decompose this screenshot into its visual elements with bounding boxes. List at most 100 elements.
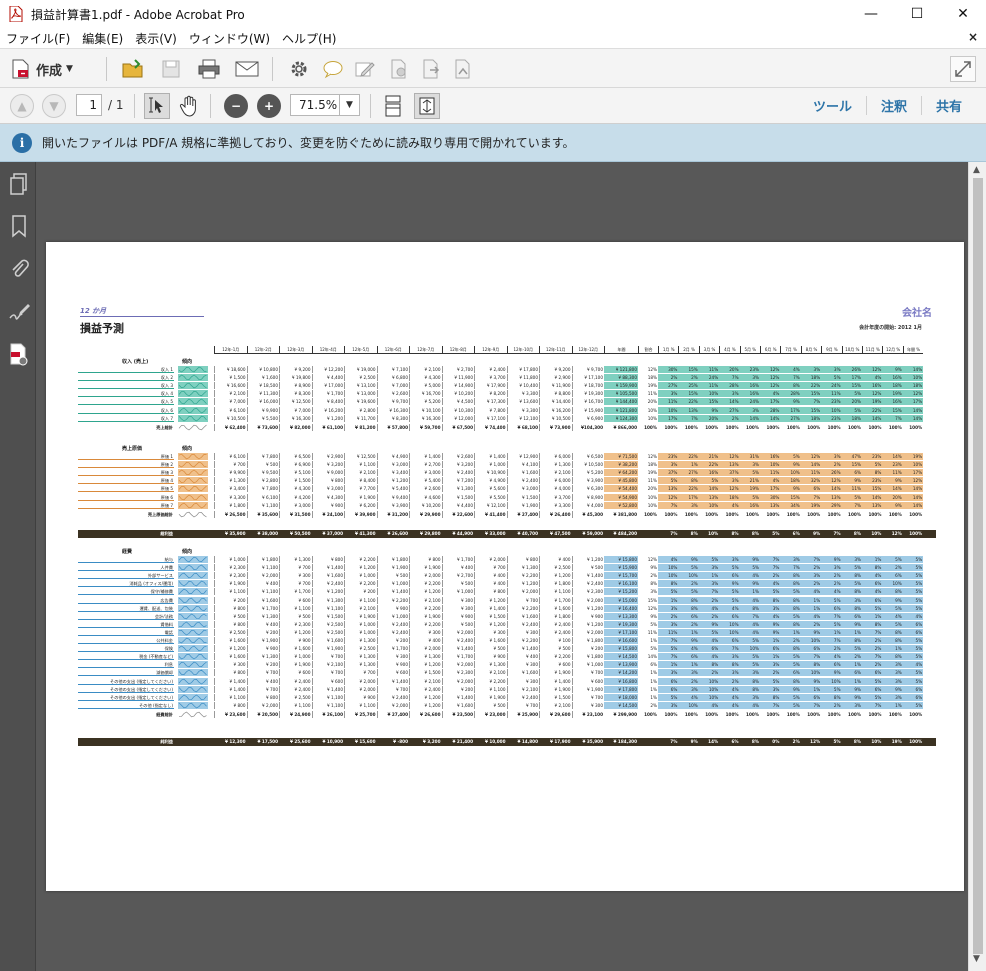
percent-value: 100% bbox=[664, 711, 678, 717]
settings-button[interactable] bbox=[286, 56, 312, 82]
folder-open-icon bbox=[122, 59, 143, 78]
open-button[interactable] bbox=[120, 56, 146, 82]
month-value: ¥ 25,900 bbox=[506, 710, 540, 718]
menu-file[interactable]: ファイル(F) bbox=[0, 30, 76, 47]
percent-value: 3% bbox=[841, 556, 862, 563]
trend-sparkline bbox=[178, 621, 207, 628]
month-value: ¥ 1,300 bbox=[279, 556, 312, 563]
percent-value: 32% bbox=[800, 477, 822, 485]
month-value: ¥ 2,000 bbox=[409, 572, 442, 580]
document-viewport[interactable]: 12 か月 損益予測 会社名 会計年度の開始: 2012 1月 12年-1月 12… bbox=[36, 162, 968, 971]
previous-page-button[interactable]: ▲ bbox=[10, 94, 34, 118]
scroll-mode-button[interactable] bbox=[380, 93, 406, 119]
month-header: 12年-3月 bbox=[279, 346, 312, 354]
scrollbar-thumb[interactable] bbox=[973, 178, 983, 954]
month-value: ¥ 10,200 bbox=[441, 390, 475, 398]
percent-value: 8% bbox=[780, 604, 801, 612]
share-link[interactable]: 共有 bbox=[920, 96, 976, 115]
maximize-button[interactable]: ☐ bbox=[894, 0, 940, 28]
percent-value: 4% bbox=[821, 653, 842, 661]
month-value: ¥ 1,000 bbox=[279, 653, 312, 661]
save-button[interactable] bbox=[158, 56, 184, 82]
percent-value: 10% bbox=[698, 693, 720, 701]
month-value: ¥ 1,700 bbox=[441, 653, 475, 661]
scroll-up-icon[interactable]: ▲ bbox=[973, 165, 980, 175]
email-button[interactable] bbox=[234, 56, 260, 82]
export-button[interactable] bbox=[418, 56, 444, 82]
comment-link[interactable]: 注釈 bbox=[865, 96, 921, 115]
percent-value: 8% bbox=[780, 596, 801, 604]
month-value: ¥ 1,700 bbox=[441, 556, 475, 563]
menu-edit[interactable]: 編集(E) bbox=[76, 30, 129, 47]
month-value: ¥ 1,200 bbox=[214, 645, 247, 653]
month-value: ¥ 1,900 bbox=[539, 685, 572, 693]
next-page-button[interactable]: ▼ bbox=[42, 94, 66, 118]
page-thumbnails-button[interactable] bbox=[8, 172, 30, 196]
vertical-scrollbar[interactable]: ▲ ▼ bbox=[968, 162, 986, 971]
zoom-out-button[interactable]: − bbox=[224, 94, 248, 118]
send-button[interactable] bbox=[450, 56, 476, 82]
percent-value: 1% bbox=[678, 661, 699, 669]
percent-value: 5% bbox=[658, 645, 679, 653]
table-row: 収入 3 ¥ 16,600 ¥ 18,500 ¥ 8,900 ¥ 17,000 ¥ 13,… bbox=[78, 382, 936, 390]
zoom-in-button[interactable]: + bbox=[257, 94, 281, 118]
create-button[interactable]: 作成 ▼ bbox=[10, 57, 73, 81]
month-value: ¥ 11,900 bbox=[539, 382, 572, 390]
scroll-down-icon[interactable]: ▼ bbox=[973, 954, 980, 964]
percent-value: 9% bbox=[800, 628, 822, 636]
percent-value: 5% bbox=[739, 637, 760, 644]
minimize-button[interactable]: — bbox=[848, 0, 894, 28]
percent-value: 15% bbox=[841, 461, 862, 469]
print-button[interactable] bbox=[196, 56, 222, 82]
fullscreen-button[interactable] bbox=[950, 56, 976, 82]
month-value: ¥ 1,700 bbox=[246, 604, 280, 612]
month-value: ¥ 900 bbox=[344, 693, 377, 701]
fit-page-button[interactable] bbox=[414, 93, 440, 119]
month-value: ¥ 300 bbox=[506, 628, 540, 636]
month-value: ¥ 4,200 bbox=[279, 493, 312, 501]
month-value: ¥ 900 bbox=[279, 637, 312, 644]
signatures-button[interactable] bbox=[8, 300, 30, 324]
percent-value: 3% bbox=[658, 620, 679, 628]
percent-value: 5% bbox=[698, 477, 720, 485]
percent-value: 5% bbox=[902, 637, 924, 644]
trend-cell bbox=[178, 701, 208, 709]
band-month-value: ¥ 17,500 bbox=[257, 739, 278, 744]
attachments-button[interactable] bbox=[8, 256, 30, 280]
month-value: ¥ 1,500 bbox=[214, 374, 247, 382]
month-value: ¥ 1,600 bbox=[214, 637, 247, 644]
zoom-level-select[interactable]: 71.5% ▼ bbox=[290, 94, 360, 116]
month-value: ¥ 800 bbox=[214, 604, 247, 612]
menu-help[interactable]: ヘルプ(H) bbox=[276, 30, 342, 47]
highlight-button[interactable] bbox=[352, 56, 378, 82]
month-header: 12年-12月 bbox=[571, 346, 604, 354]
month-value: ¥ 5,500 bbox=[474, 493, 507, 501]
hand-tool-button[interactable] bbox=[176, 93, 202, 119]
percent-value: 3% bbox=[719, 477, 740, 485]
close-button[interactable]: ✕ bbox=[940, 0, 986, 28]
percent-value: 34% bbox=[780, 501, 801, 509]
bookmarks-button[interactable] bbox=[8, 214, 30, 238]
menu-window[interactable]: ウィンドウ(W) bbox=[183, 30, 276, 47]
comment-button[interactable] bbox=[320, 56, 346, 82]
document-close-button[interactable]: × bbox=[968, 30, 978, 44]
chevron-down-icon[interactable]: ▼ bbox=[339, 95, 359, 115]
percent-value: 23% bbox=[821, 398, 842, 406]
percent-value: 8% bbox=[780, 580, 801, 588]
band-month-value: ¥ 37,000 bbox=[322, 531, 343, 536]
month-value: ¥ 2,300 bbox=[571, 588, 605, 596]
month-value: ¥ 10,500 bbox=[539, 414, 572, 422]
select-tool-button[interactable] bbox=[144, 93, 170, 119]
month-value: ¥ 17,100 bbox=[474, 414, 507, 422]
standards-button[interactable] bbox=[8, 342, 30, 366]
menu-view[interactable]: 表示(V) bbox=[129, 30, 183, 47]
percent-value: 21% bbox=[698, 453, 720, 460]
month-value: ¥ 3,000 bbox=[409, 469, 442, 477]
delete-pages-button[interactable] bbox=[386, 56, 412, 82]
tools-link[interactable]: ツール bbox=[799, 96, 866, 115]
month-value: ¥ 800 bbox=[409, 556, 442, 563]
month-value: ¥ 6,200 bbox=[344, 501, 377, 509]
page-number-input[interactable]: 1 bbox=[76, 94, 102, 116]
month-value: ¥ 1,100 bbox=[246, 501, 280, 509]
percent-value: 8% bbox=[739, 685, 760, 693]
